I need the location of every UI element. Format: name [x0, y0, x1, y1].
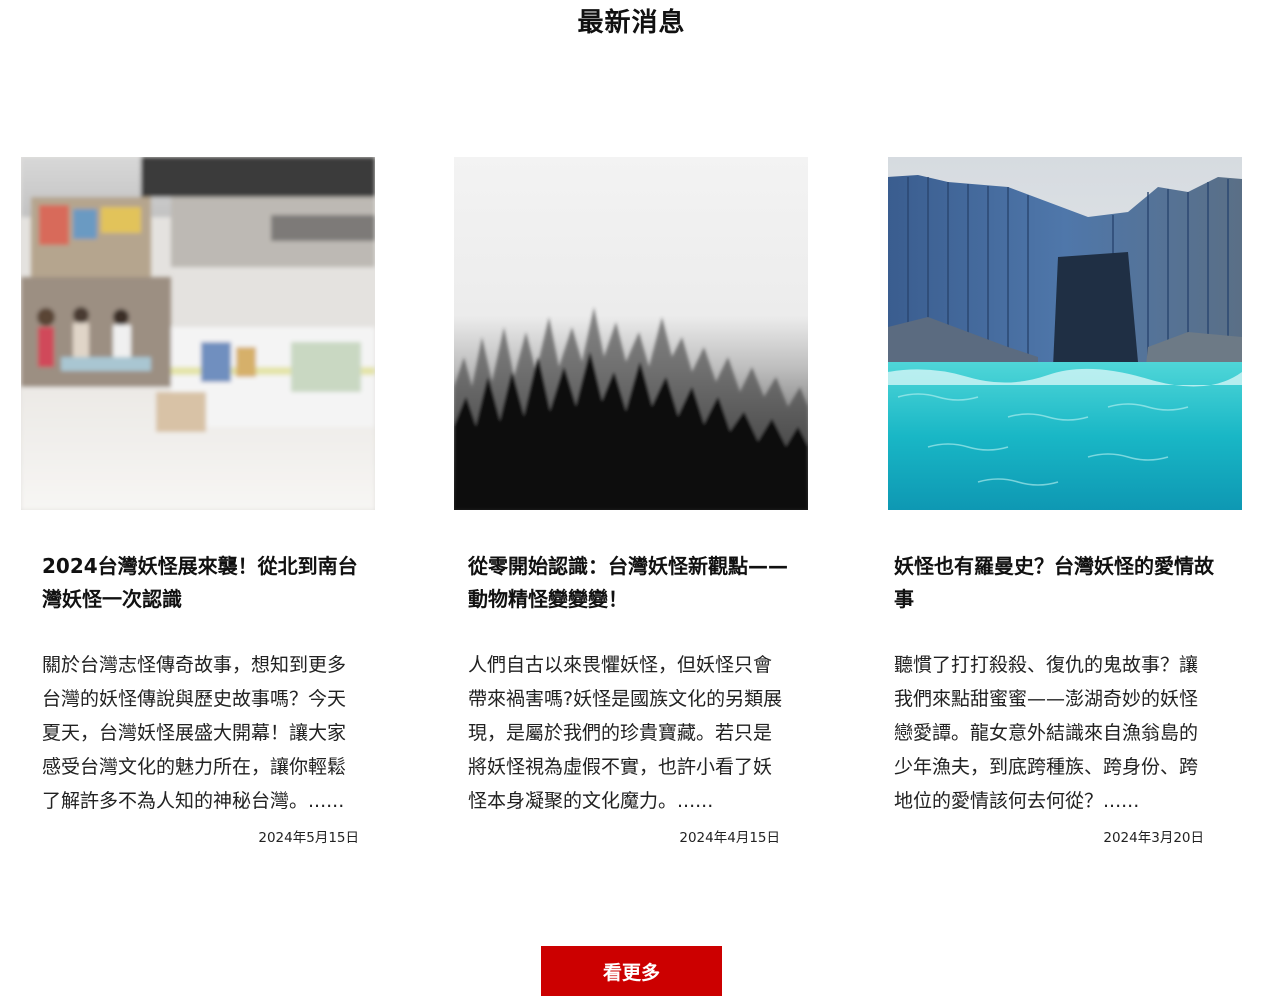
news-card: 妖怪也有羅曼史？台灣妖怪的愛情故事 聽慣了打打殺殺、復仇的鬼故事？讓我們來點甜蜜… [888, 157, 1242, 846]
news-card-image-basalt-cliff[interactable] [888, 157, 1242, 510]
basalt-cliff-sea-photo [888, 157, 1242, 510]
news-card-excerpt: 聽慣了打打殺殺、復仇的鬼故事？讓我們來點甜蜜蜜——澎湖奇妙的妖怪戀愛譚。龍女意外… [894, 654, 1199, 812]
news-card-title[interactable]: 2024台灣妖怪展來襲！從北到南台灣妖怪一次認識 [42, 550, 364, 616]
news-card-image-shopping-mall[interactable] [21, 157, 375, 510]
section-title: 最新消息 [577, 8, 686, 38]
shopping-mall-photo [21, 157, 375, 510]
news-card-image-misty-forest[interactable] [454, 157, 808, 510]
news-card-date: 2024年3月20日 [1103, 830, 1204, 846]
news-card-title[interactable]: 從零開始認識：台灣妖怪新觀點——動物精怪變變變！ [468, 550, 790, 616]
misty-forest-photo [454, 157, 808, 510]
news-card-title[interactable]: 妖怪也有羅曼史？台灣妖怪的愛情故事 [894, 550, 1216, 616]
news-card-excerpt: 人們自古以來畏懼妖怪，但妖怪只會帶來禍害嗎?妖怪是國族文化的另類展現，是屬於我們… [468, 654, 783, 812]
news-card-excerpt: 關於台灣志怪傳奇故事，想知到更多台灣的妖怪傳說與歷史故事嗎？今天夏天，台灣妖怪展… [42, 654, 347, 812]
news-card: 2024台灣妖怪展來襲！從北到南台灣妖怪一次認識 關於台灣志怪傳奇故事，想知到更… [21, 157, 375, 846]
see-more-button[interactable]: 看更多 [541, 946, 722, 996]
news-card-date: 2024年5月15日 [258, 830, 359, 846]
news-card-date: 2024年4月15日 [679, 830, 780, 846]
news-card: 從零開始認識：台灣妖怪新觀點——動物精怪變變變！ 人們自古以來畏懼妖怪，但妖怪只… [454, 157, 808, 846]
